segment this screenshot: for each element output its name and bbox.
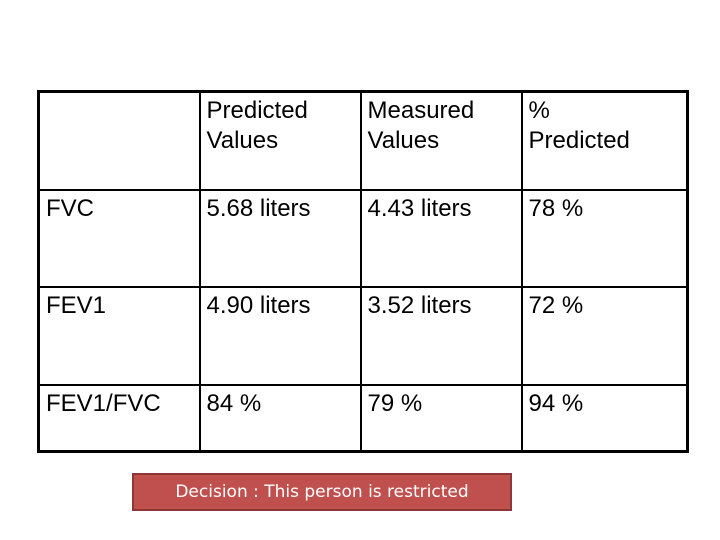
header-line: % (528, 97, 550, 124)
header-measured-values: Measured Values (359, 90, 523, 191)
table-row: FVC 5.68 liters 4.43 liters 78 % (37, 188, 689, 288)
header-line: Values (367, 127, 440, 154)
header-percent-predicted: % Predicted (520, 90, 689, 191)
predicted-value-cell: 5.68 liters (198, 188, 362, 288)
spirometry-table: Predicted Values Measured Values % Predi… (37, 90, 689, 453)
predicted-value-cell: 4.90 liters (198, 285, 362, 386)
header-empty-cell (37, 90, 201, 191)
predicted-value-cell: 84 % (198, 383, 362, 453)
row-label: FEV1 (37, 285, 201, 386)
percent-predicted-cell: 78 % (520, 188, 689, 288)
measured-value-cell: 79 % (359, 383, 523, 453)
row-label: FEV1/FVC (37, 383, 201, 453)
header-line: Predicted (206, 97, 308, 124)
header-predicted-values: Predicted Values (198, 90, 362, 191)
decision-banner: Decision : This person is restricted (132, 473, 512, 511)
row-label: FVC (37, 188, 201, 288)
measured-value-cell: 4.43 liters (359, 188, 523, 288)
measured-value-cell: 3.52 liters (359, 285, 523, 386)
percent-predicted-cell: 94 % (520, 383, 689, 453)
percent-predicted-cell: 72 % (520, 285, 689, 386)
header-line: Measured (367, 97, 475, 124)
table-header-row: Predicted Values Measured Values % Predi… (37, 90, 689, 191)
header-line: Predicted (528, 127, 630, 154)
table-row: FEV1/FVC 84 % 79 % 94 % (37, 383, 689, 453)
header-line: Values (206, 127, 279, 154)
table-row: FEV1 4.90 liters 3.52 liters 72 % (37, 285, 689, 386)
decision-text: Decision : This person is restricted (175, 482, 469, 502)
